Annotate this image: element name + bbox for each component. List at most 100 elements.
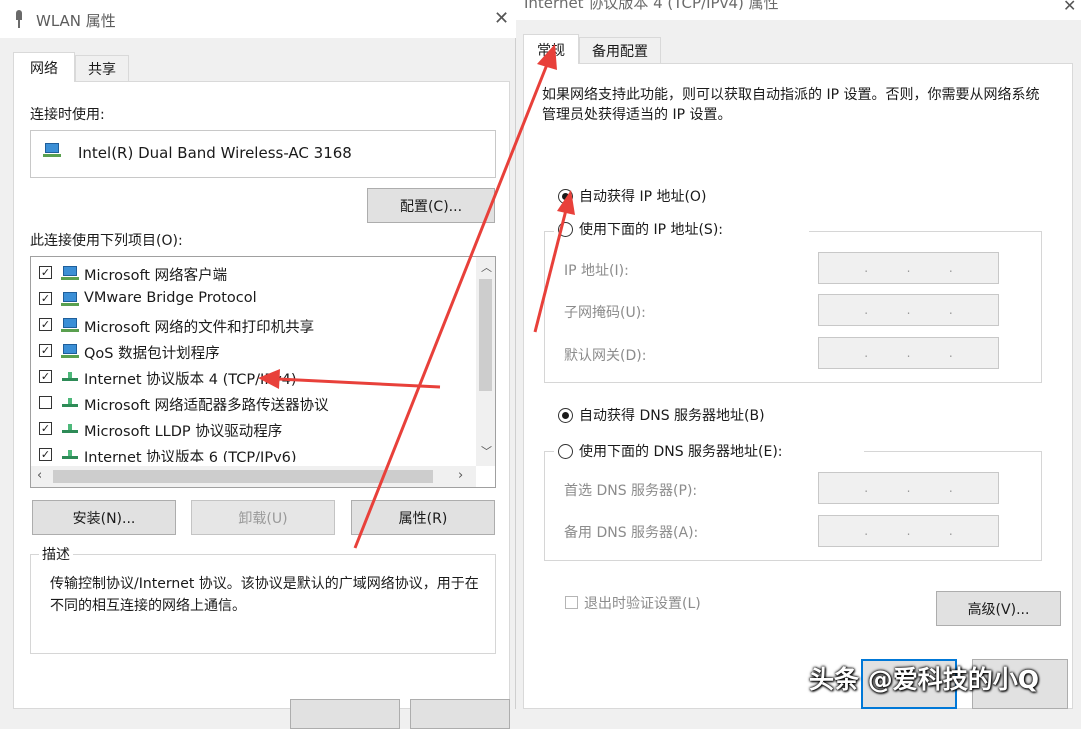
manual-ip-label[interactable]: 使用下面的 IP 地址(S): (579, 219, 723, 239)
network-tab-panel: 连接时使用: Intel(R) Dual Band Wireless-AC 31… (13, 81, 510, 729)
tab-network[interactable]: 网络 (13, 52, 75, 82)
tab-general[interactable]: 常规 (523, 34, 579, 64)
manual-ip-radio[interactable] (558, 222, 573, 237)
gateway-label: 默认网关(D): (564, 348, 647, 364)
list-item[interactable]: ✓ Internet 协议版本 6 (TCP/IPv6) (31, 442, 476, 462)
title-bar: WLAN 属性 ✕ (0, 0, 516, 38)
general-tab-panel: 如果网络支持此功能，则可以获取自动指派的 IP 设置。否则，你需要从网络系统管理… (523, 63, 1073, 709)
tab-sharing[interactable]: 共享 (75, 55, 129, 82)
ip-dot: . (906, 346, 911, 360)
vertical-scrollbar[interactable]: ︿ ﹀ (476, 257, 495, 466)
manual-dns-radio[interactable] (558, 444, 573, 459)
ip-dot: . (906, 261, 911, 275)
window-title: Internet 协议版本 4 (TCP/IPv4) 属性 (524, 0, 779, 12)
close-icon[interactable]: ✕ (494, 8, 509, 29)
alternate-dns-field[interactable]: . . . (818, 515, 999, 547)
gateway-field[interactable]: . . . (818, 337, 999, 369)
validate-label[interactable]: 退出时验证设置(L) (584, 593, 701, 613)
title-bar: Internet 协议版本 4 (TCP/IPv4) 属性 ✕ (516, 0, 1081, 20)
ip-dot: . (906, 303, 911, 317)
connect-using-label: 连接时使用: (30, 107, 105, 123)
list-item-label: QoS 数据包计划程序 (84, 346, 220, 362)
tab-alternate-config[interactable]: 备用配置 (579, 37, 661, 64)
chevron-up-icon[interactable]: ︿ (481, 259, 492, 275)
list-item[interactable]: ✓ QoS 数据包计划程序 (31, 338, 476, 364)
auto-dns-radio[interactable] (558, 408, 573, 423)
ip-dot: . (864, 481, 869, 495)
checkbox[interactable]: ✓ (39, 266, 52, 279)
ok-button[interactable] (290, 699, 400, 729)
validate-checkbox[interactable] (565, 596, 578, 609)
chevron-left-icon[interactable]: ‹ (37, 468, 42, 483)
install-button[interactable]: 安装(N)... (32, 500, 176, 535)
alternate-dns-label: 备用 DNS 服务器(A): (564, 525, 699, 541)
list-item[interactable]: ✓ Microsoft 网络的文件和打印机共享 (31, 312, 476, 338)
advanced-button[interactable]: 高级(V)... (936, 591, 1061, 626)
wlan-properties-dialog: WLAN 属性 ✕ 网络 共享 连接时使用: Intel(R) Dual Ban… (0, 0, 516, 729)
description-text: 传输控制协议/Internet 协议。该协议是默认的广域网络协议，用于在不同的相… (50, 576, 479, 614)
ip-dot: . (948, 346, 953, 360)
protocol-icon (62, 372, 78, 382)
adapter-name: Intel(R) Dual Band Wireless-AC 3168 (78, 144, 352, 162)
ip-dot: . (864, 261, 869, 275)
intro-text: 如果网络支持此功能，则可以获取自动指派的 IP 设置。否则，你需要从网络系统管理… (542, 87, 1040, 123)
subnet-mask-field[interactable]: . . . (818, 294, 999, 326)
ip-dot: . (906, 481, 911, 495)
checkbox[interactable]: ✓ (39, 448, 52, 461)
subnet-mask-label: 子网掩码(U): (564, 305, 646, 321)
watermark: 头条 @爱科技的小Q (809, 665, 1039, 694)
wlan-icon (14, 10, 24, 28)
list-item-label: Internet 协议版本 4 (TCP/IPv4) (84, 372, 297, 388)
configure-button[interactable]: 配置(C)... (367, 188, 495, 223)
checkbox[interactable]: ✓ (39, 370, 52, 383)
list-item[interactable]: ✓ Internet 协议版本 4 (TCP/IPv4) (31, 364, 476, 390)
chevron-down-icon[interactable]: ﹀ (481, 443, 492, 459)
network-client-icon (61, 266, 79, 280)
cancel-button[interactable] (410, 699, 510, 729)
auto-ip-label[interactable]: 自动获得 IP 地址(O) (579, 186, 706, 206)
preferred-dns-field[interactable]: . . . (818, 472, 999, 504)
component-list: ✓ Microsoft 网络客户端 ✓ VMware Bridge Protoc… (30, 256, 496, 488)
preferred-dns-label: 首选 DNS 服务器(P): (564, 483, 698, 499)
checkbox[interactable]: ✓ (39, 318, 52, 331)
list-item-label: VMware Bridge Protocol (84, 290, 257, 306)
window-title: WLAN 属性 (36, 12, 116, 30)
manual-dns-label[interactable]: 使用下面的 DNS 服务器地址(E): (579, 441, 783, 461)
items-label: 此连接使用下列项目(O): (30, 233, 183, 249)
checkbox[interactable]: ✓ (39, 422, 52, 435)
ip-address-label: IP 地址(I): (564, 263, 629, 279)
description-title: 描述 (39, 544, 73, 564)
checkbox[interactable] (39, 396, 52, 409)
checkbox[interactable]: ✓ (39, 344, 52, 357)
properties-button[interactable]: 属性(R) (351, 500, 495, 535)
ip-dot: . (948, 261, 953, 275)
list-item-label: Microsoft LLDP 协议驱动程序 (84, 424, 283, 440)
ipv4-properties-dialog: Internet 协议版本 4 (TCP/IPv4) 属性 ✕ 常规 备用配置 … (516, 0, 1081, 709)
ip-dot: . (948, 303, 953, 317)
auto-ip-radio[interactable] (558, 189, 573, 204)
chevron-right-icon[interactable]: › (458, 468, 463, 483)
list-item-label: Microsoft 网络的文件和打印机共享 (84, 320, 315, 336)
horizontal-scrollbar[interactable]: ‹ › (31, 466, 476, 487)
ip-address-field[interactable]: . . . (818, 252, 999, 284)
uninstall-button[interactable]: 卸载(U) (191, 500, 335, 535)
protocol-icon (62, 424, 78, 434)
checkbox[interactable]: ✓ (39, 292, 52, 305)
ip-dot: . (864, 524, 869, 538)
ip-dot: . (948, 481, 953, 495)
list-item[interactable]: Microsoft 网络适配器多路传送器协议 (31, 390, 476, 416)
scrollbar-thumb[interactable] (53, 470, 433, 483)
network-adapter-icon (43, 143, 61, 157)
network-service-icon (61, 344, 79, 358)
ip-dot: . (864, 303, 869, 317)
close-icon[interactable]: ✕ (1063, 0, 1076, 15)
adapter-box: Intel(R) Dual Band Wireless-AC 3168 (30, 130, 496, 178)
list-item-label: Microsoft 网络适配器多路传送器协议 (84, 398, 329, 414)
auto-dns-label[interactable]: 自动获得 DNS 服务器地址(B) (579, 405, 765, 425)
ip-dot: . (864, 346, 869, 360)
network-service-icon (61, 318, 79, 332)
list-item[interactable]: ✓ VMware Bridge Protocol (31, 286, 476, 312)
scrollbar-thumb[interactable] (479, 279, 492, 391)
list-item[interactable]: ✓ Microsoft LLDP 协议驱动程序 (31, 416, 476, 442)
list-item[interactable]: ✓ Microsoft 网络客户端 (31, 260, 476, 286)
